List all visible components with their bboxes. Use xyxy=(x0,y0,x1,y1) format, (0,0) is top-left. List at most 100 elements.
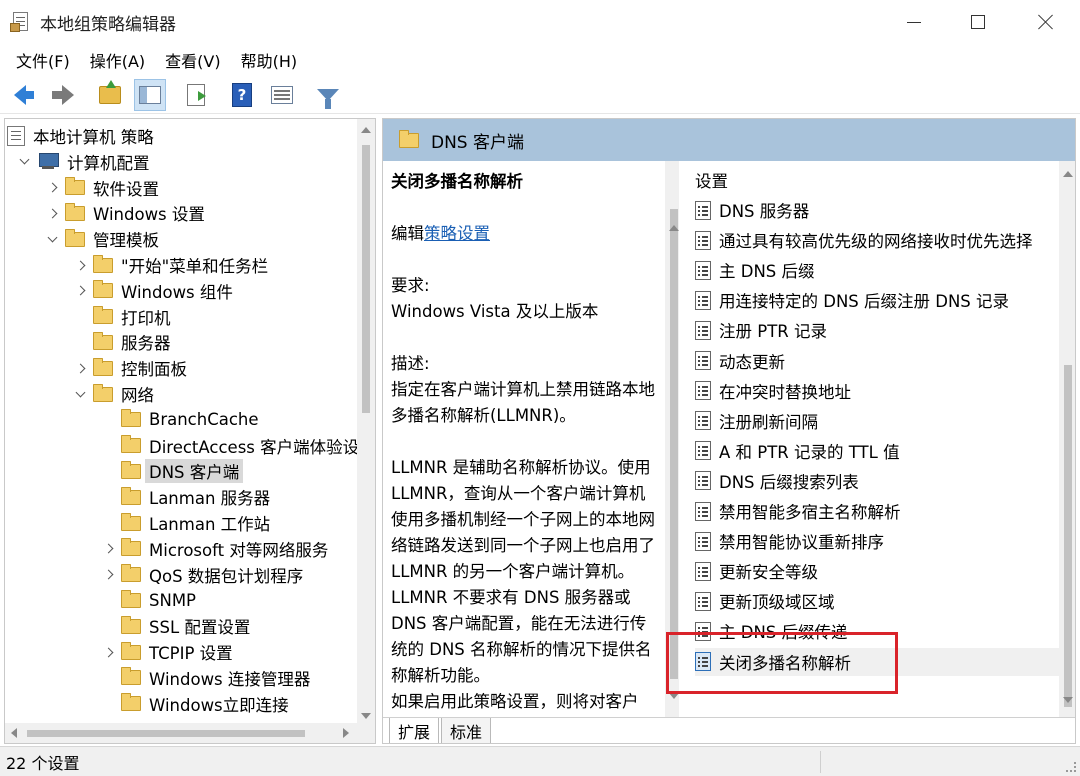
panel-header: DNS 客户端 xyxy=(383,119,1075,161)
back-button[interactable] xyxy=(8,79,40,111)
tree-item[interactable]: 网络 xyxy=(73,381,154,407)
scroll-left-icon[interactable] xyxy=(11,728,17,738)
menu-help[interactable]: 帮助(H) xyxy=(231,48,308,72)
export-list-button[interactable] xyxy=(180,79,212,111)
tree-item[interactable]: Windows 设置 xyxy=(45,200,205,226)
tree-item[interactable]: 计算机配置 xyxy=(17,149,150,175)
tree-item[interactable]: Windows立即连接 xyxy=(101,691,289,717)
chevron-right-icon[interactable] xyxy=(73,355,87,381)
setting-label: 禁用智能多宿主名称解析 xyxy=(719,503,901,522)
chevron-right-icon[interactable] xyxy=(101,639,115,665)
tree-item[interactable]: "开始"菜单和任务栏 xyxy=(73,252,268,278)
scroll-up-icon[interactable] xyxy=(669,225,679,231)
scroll-thumb[interactable] xyxy=(362,145,370,413)
tree-item-label: Windows 设置 xyxy=(93,205,205,225)
chevron-right-icon[interactable] xyxy=(73,278,87,304)
setting-label: 注册刷新间隔 xyxy=(719,412,818,432)
scroll-right-icon[interactable] xyxy=(343,728,349,738)
menu-view[interactable]: 查看(V) xyxy=(155,48,230,72)
setting-row[interactable]: A 和 PTR 记录的 TTL 值 xyxy=(695,437,1059,465)
settings-column-header[interactable]: 设置 xyxy=(695,167,728,193)
scroll-down-icon[interactable] xyxy=(361,713,371,719)
setting-row[interactable]: 在冲突时替换地址 xyxy=(695,377,1059,405)
setting-row[interactable]: DNS 服务器 xyxy=(695,196,1059,224)
setting-row[interactable]: 更新顶级域区域 xyxy=(695,587,1059,615)
scroll-thumb[interactable] xyxy=(670,209,678,679)
setting-row[interactable]: 禁用智能协议重新排序 xyxy=(695,527,1059,555)
show-action-pane-button[interactable] xyxy=(266,79,298,111)
menu-action[interactable]: 操作(A) xyxy=(80,48,155,72)
tree-item-label: 打印机 xyxy=(121,308,171,328)
maximize-button[interactable] xyxy=(948,0,1008,44)
description-paragraph-3: 如果启用此策略设置，则将对客户 xyxy=(391,692,639,711)
tree-item[interactable]: DirectAccess 客户端体验设 xyxy=(101,433,359,459)
menu-file[interactable]: 文件(F) xyxy=(6,48,80,72)
tree-item[interactable]: BranchCache xyxy=(101,407,259,433)
setting-row[interactable]: 注册 PTR 记录 xyxy=(695,316,1059,344)
tree-item[interactable]: Lanman 服务器 xyxy=(101,484,270,510)
close-icon xyxy=(1038,14,1054,30)
tree-horizontal-scrollbar[interactable] xyxy=(5,723,375,743)
setting-row[interactable]: 主 DNS 后缀 xyxy=(695,256,1059,284)
folder-icon xyxy=(65,228,85,247)
folder-icon xyxy=(121,409,141,428)
chevron-down-icon[interactable] xyxy=(17,149,31,175)
help-button[interactable]: ? xyxy=(226,79,258,111)
tree-item[interactable]: TCPIP 设置 xyxy=(101,639,233,665)
forward-button[interactable] xyxy=(48,79,80,111)
chevron-right-icon[interactable] xyxy=(45,175,59,201)
tree-item[interactable]: 控制面板 xyxy=(73,355,187,381)
chevron-down-icon[interactable] xyxy=(45,226,59,252)
tree-item[interactable]: 打印机 xyxy=(73,304,171,330)
tree-item-label: Microsoft 对等网络服务 xyxy=(149,540,329,560)
tree-item[interactable]: SSL 配置设置 xyxy=(101,613,250,639)
up-one-level-button[interactable] xyxy=(94,79,126,111)
filter-button[interactable] xyxy=(312,79,344,111)
tree-item[interactable]: SNMP xyxy=(101,587,196,613)
tree-item[interactable]: Microsoft 对等网络服务 xyxy=(101,536,328,562)
requirements-label: 要求: xyxy=(391,276,430,295)
setting-row[interactable]: 用连接特定的 DNS 后缀注册 DNS 记录 xyxy=(695,286,1059,314)
tree-item[interactable]: Lanman 工作站 xyxy=(101,510,270,536)
tab-standard[interactable]: 标准 xyxy=(441,718,492,743)
tree-item[interactable]: QoS 数据包计划程序 xyxy=(101,562,303,588)
tree-item[interactable]: 软件设置 xyxy=(45,175,159,201)
tree-item[interactable]: Windows 组件 xyxy=(73,278,233,304)
tree-item[interactable]: 管理模板 xyxy=(45,226,159,252)
chevron-right-icon[interactable] xyxy=(101,536,115,562)
setting-row[interactable]: 动态更新 xyxy=(695,347,1059,375)
scroll-up-icon[interactable] xyxy=(361,127,371,133)
show-hide-console-tree-button[interactable] xyxy=(134,78,166,111)
scroll-thumb[interactable] xyxy=(1064,365,1072,707)
policy-setting-icon xyxy=(695,230,711,250)
tree-item[interactable]: Windows 连接管理器 xyxy=(101,665,310,691)
setting-row[interactable]: DNS 后缀搜索列表 xyxy=(695,467,1059,495)
close-button[interactable] xyxy=(1016,0,1076,44)
setting-row[interactable]: 注册刷新间隔 xyxy=(695,407,1059,435)
chevron-right-icon[interactable] xyxy=(73,252,87,278)
tree-item[interactable]: DNS 客户端 xyxy=(101,458,244,484)
resize-grip[interactable] xyxy=(1066,762,1076,772)
tree-vertical-scrollbar[interactable] xyxy=(357,119,375,725)
chevron-right-icon[interactable] xyxy=(45,200,59,226)
policy-setting-icon xyxy=(695,501,711,521)
chevron-right-icon[interactable] xyxy=(101,562,115,588)
export-icon xyxy=(187,83,206,106)
setting-row[interactable]: 更新安全等级 xyxy=(695,557,1059,585)
setting-label: DNS 后缀搜索列表 xyxy=(719,472,859,492)
tree-item[interactable]: 本地计算机 策略 xyxy=(7,123,154,149)
edit-policy-link[interactable]: 策略设置 xyxy=(424,224,490,243)
tree-item-label: 软件设置 xyxy=(93,179,159,199)
setting-row[interactable]: 通过具有较高优先级的网络接收时优先选择 xyxy=(695,226,1059,254)
chevron-down-icon[interactable] xyxy=(73,381,87,407)
tree-item[interactable]: 服务器 xyxy=(73,329,171,355)
setting-row[interactable]: 禁用智能多宿主名称解析 xyxy=(695,497,1059,525)
setting-label: 通过具有较高优先级的网络接收时优先选择 xyxy=(719,232,1033,252)
scroll-thumb[interactable] xyxy=(27,730,305,737)
minimize-button[interactable] xyxy=(884,0,944,44)
scroll-up-icon[interactable] xyxy=(1063,171,1073,177)
settings-scrollbar[interactable] xyxy=(1059,161,1075,717)
tab-extended[interactable]: 扩展 xyxy=(389,718,440,743)
description-title: 关闭多播名称解析 xyxy=(391,172,523,191)
scroll-down-icon[interactable] xyxy=(1063,697,1073,703)
